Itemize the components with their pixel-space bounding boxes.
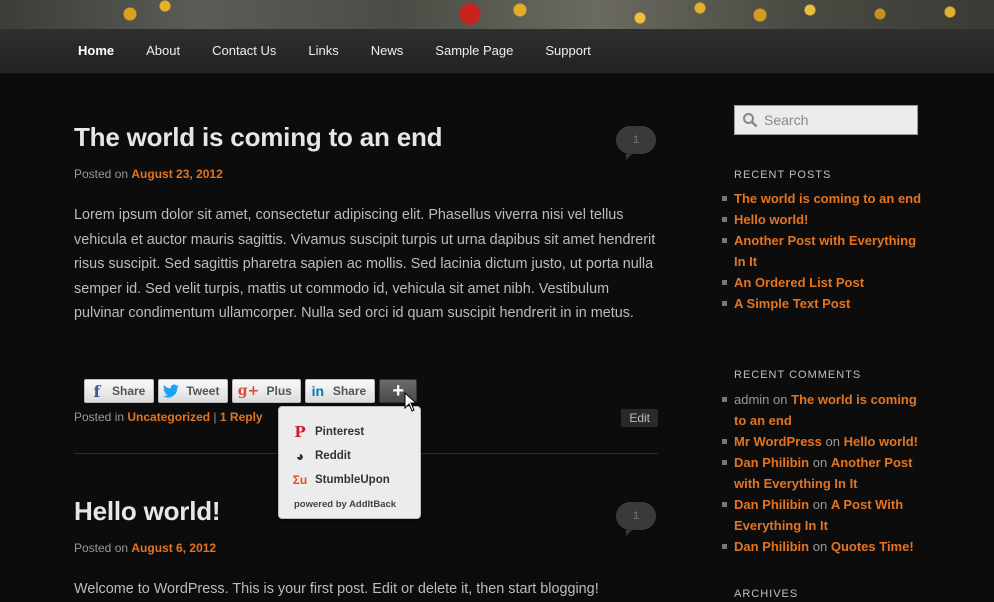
recent-posts-list: The world is coming to an end Hello worl… <box>722 188 922 314</box>
nav-item-contact-us[interactable]: Contact Us <box>196 29 292 73</box>
reddit-icon: ◕ <box>295 448 305 464</box>
nav-item-news[interactable]: News <box>355 29 420 73</box>
twitter-share-button[interactable]: Tweet <box>158 379 229 403</box>
comment-count-bubble[interactable]: 1 <box>616 502 656 536</box>
recent-post-link[interactable]: A Simple Text Post <box>734 296 850 311</box>
posted-on-label: Posted on <box>74 541 129 555</box>
comment-author: admin <box>734 392 770 407</box>
facebook-share-button[interactable]: f Share <box>84 379 155 403</box>
share-label: Share <box>332 384 367 398</box>
recent-comments-list: admin on The world is coming to an end M… <box>722 389 924 557</box>
post-body: Welcome to WordPress. This is your first… <box>74 581 599 597</box>
post-date-line: Posted on August 6, 2012 <box>74 541 658 555</box>
comment-on-label: on <box>812 539 828 554</box>
nav-item-about[interactable]: About <box>130 29 196 73</box>
share-more-popup: P Pinterest ◕ Reddit Ʃu StumbleUpon powe… <box>278 406 421 519</box>
comment-on-label: on <box>812 497 828 512</box>
plus-icon: + <box>392 379 405 402</box>
post-article: The world is coming to an end 1 Posted o… <box>74 122 658 326</box>
search-placeholder: Search <box>764 112 809 128</box>
list-item: An Ordered List Post <box>722 272 922 293</box>
archives-title: ARCHIVES <box>734 588 799 600</box>
list-item: Dan Philibin on Quotes Time! <box>722 536 924 557</box>
post-title[interactable]: The world is coming to an end <box>74 122 658 153</box>
stumbleupon-label: StumbleUpon <box>315 474 390 486</box>
pinterest-option[interactable]: P Pinterest <box>291 423 364 441</box>
search-icon <box>743 113 758 128</box>
comment-author-link[interactable]: Dan Philibin <box>734 539 809 554</box>
edit-button[interactable]: Edit <box>621 409 658 427</box>
category-link[interactable]: Uncategorized <box>127 410 210 424</box>
search-input[interactable]: Search <box>734 105 918 135</box>
comment-post-link[interactable]: Hello world! <box>844 434 918 449</box>
recent-post-link[interactable]: The world is coming to an end <box>734 191 921 206</box>
plus-label: Plus <box>266 384 292 398</box>
pinterest-label: Pinterest <box>315 426 365 438</box>
list-item: admin on The world is coming to an end <box>722 389 924 431</box>
list-item: Another Post with Everything In It <box>722 230 922 272</box>
list-item: The world is coming to an end <box>722 188 922 209</box>
nav-item-links[interactable]: Links <box>292 29 354 73</box>
linkedin-share-button[interactable]: in Share <box>304 379 376 403</box>
tweet-label: Tweet <box>186 384 220 398</box>
reddit-label: Reddit <box>315 450 351 462</box>
reddit-option[interactable]: ◕ Reddit <box>291 448 351 464</box>
recent-comments-title: RECENT COMMENTS <box>734 369 862 381</box>
google-plus-share-button[interactable]: g+ Plus <box>232 379 301 403</box>
post-date-link[interactable]: August 23, 2012 <box>131 167 222 181</box>
comment-author-link[interactable]: Dan Philibin <box>734 497 809 512</box>
pinterest-icon: P <box>294 423 306 441</box>
nav-item-home[interactable]: Home <box>62 29 130 73</box>
post-body: Lorem ipsum dolor sit amet, consectetur … <box>74 207 656 321</box>
meta-separator: | <box>213 410 217 424</box>
facebook-icon: f <box>93 381 101 401</box>
mouse-cursor-icon <box>404 392 418 412</box>
list-item: A Simple Text Post <box>722 293 922 314</box>
comment-author-link[interactable]: Mr WordPress <box>734 434 822 449</box>
posted-in-label: Posted in <box>74 410 125 424</box>
comment-on-label: on <box>773 392 788 407</box>
post-date-line: Posted on August 23, 2012 <box>74 167 658 181</box>
share-toolbar: f Share Tweet g+ Plus in Share + <box>84 379 418 403</box>
twitter-icon <box>163 383 180 399</box>
recent-post-link[interactable]: Hello world! <box>734 212 808 227</box>
share-label: Share <box>112 384 146 398</box>
main-navigation: Home About Contact Us Links News Sample … <box>0 29 994 74</box>
recent-post-link[interactable]: Another Post with Everything In It <box>734 233 916 269</box>
nav-item-sample-page[interactable]: Sample Page <box>419 29 529 73</box>
recent-posts-title: RECENT POSTS <box>734 169 832 181</box>
list-item: Dan Philibin on Another Post with Everyt… <box>722 452 924 494</box>
reply-link[interactable]: 1 Reply <box>220 410 263 424</box>
stumbleupon-icon: Ʃu <box>292 473 308 487</box>
nav-item-support[interactable]: Support <box>529 29 607 73</box>
comment-post-link[interactable]: Quotes Time! <box>831 539 914 554</box>
comment-on-label: on <box>825 434 840 449</box>
comment-on-label: on <box>812 455 828 470</box>
comment-count-bubble[interactable]: 1 <box>616 126 656 160</box>
post-date-link[interactable]: August 6, 2012 <box>131 541 216 555</box>
list-item: Mr WordPress on Hello world! <box>722 431 924 452</box>
stumbleupon-option[interactable]: Ʃu StumbleUpon <box>291 473 390 487</box>
list-item: Hello world! <box>722 209 922 230</box>
recent-post-link[interactable]: An Ordered List Post <box>734 275 864 290</box>
google-plus-icon: g+ <box>237 383 260 399</box>
posted-on-label: Posted on <box>74 167 129 181</box>
powered-by-text[interactable]: powered by AddItBack <box>294 499 396 510</box>
header-image <box>0 0 994 29</box>
comment-author-link[interactable]: Dan Philibin <box>734 455 809 470</box>
linkedin-icon: in <box>311 383 325 399</box>
list-item: Dan Philibin on A Post With Everything I… <box>722 494 924 536</box>
